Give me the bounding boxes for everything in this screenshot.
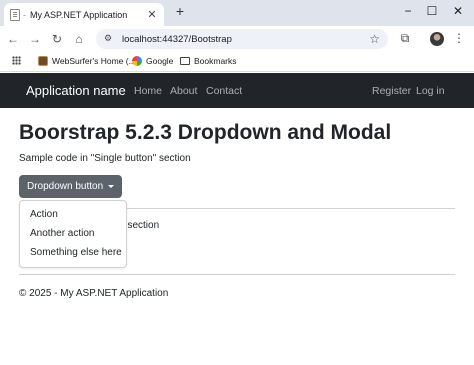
- footer-copyright: © 2025 - My ASP.NET Application: [19, 288, 169, 299]
- home-icon[interactable]: ⌂: [72, 32, 86, 46]
- site-navbar: Application name Home About Contact Regi…: [0, 73, 474, 108]
- dropdown-menu: Action Another action Something else her…: [19, 200, 127, 268]
- dropdown-item-action[interactable]: Action: [30, 209, 58, 220]
- page-subtitle: Sample code in "Single button" section: [19, 153, 191, 164]
- bookmark-label: Google: [146, 56, 174, 66]
- nav-link-register[interactable]: Register: [372, 85, 411, 97]
- nav-link-login[interactable]: Log in: [416, 85, 445, 97]
- dropdown-button[interactable]: Dropdown button: [19, 175, 122, 198]
- menu-kebab-icon[interactable]: ⋮: [452, 31, 466, 45]
- extensions-icon[interactable]: ⧉: [398, 31, 412, 46]
- footer-divider: [19, 274, 455, 275]
- forward-arrow-icon[interactable]: →: [28, 32, 42, 46]
- browser-tab-strip: - My ASP.NET Application ✕ + − ☐ ✕: [0, 0, 474, 26]
- profile-avatar[interactable]: [430, 32, 444, 46]
- caret-down-icon: [108, 185, 115, 188]
- close-window-icon[interactable]: ✕: [450, 4, 466, 18]
- nav-link-about[interactable]: About: [170, 85, 197, 97]
- dropdown-item-another-action[interactable]: Another action: [30, 228, 95, 239]
- bookmark-label: WebSurfer's Home (...: [52, 56, 136, 66]
- folder-icon: [180, 57, 190, 65]
- dropdown-item-something-else[interactable]: Something else here: [30, 247, 122, 258]
- apps-grid-icon[interactable]: [12, 56, 25, 65]
- google-favicon-icon: [132, 56, 142, 66]
- page-favicon-icon: [10, 8, 20, 21]
- reload-icon[interactable]: ↻: [50, 32, 64, 46]
- url-text[interactable]: localhost:44327/Bootstrap: [122, 34, 369, 45]
- bookmark-websurfer[interactable]: WebSurfer's Home (...: [38, 56, 136, 66]
- grid-icon: [12, 56, 21, 65]
- close-tab-icon[interactable]: ✕: [146, 8, 158, 21]
- dropdown-button-label: Dropdown button: [27, 181, 104, 192]
- new-tab-icon[interactable]: +: [172, 3, 188, 19]
- tab-title: My ASP.NET Application: [30, 9, 128, 20]
- maximize-icon[interactable]: ☐: [424, 4, 440, 18]
- page-title: Boorstrap 5.2.3 Dropdown and Modal: [19, 121, 392, 144]
- address-bar[interactable]: ⚙ localhost:44327/Bootstrap ☆: [96, 29, 388, 49]
- site-info-icon[interactable]: ⚙: [104, 33, 116, 45]
- nav-link-home[interactable]: Home: [134, 85, 162, 97]
- bookmark-label: Bookmarks: [194, 56, 237, 66]
- bookmark-google[interactable]: Google: [132, 56, 173, 66]
- back-arrow-icon[interactable]: ←: [6, 32, 20, 46]
- tab-separator: -: [23, 9, 26, 20]
- browser-toolbar: ← → ↻ ⌂ ⚙ localhost:44327/Bootstrap ☆ ⧉ …: [0, 26, 474, 52]
- bookmarks-bar: WebSurfer's Home (... Google Bookmarks: [0, 52, 474, 72]
- browser-tab[interactable]: - My ASP.NET Application ✕: [4, 3, 164, 26]
- bookmark-folder[interactable]: Bookmarks: [180, 56, 237, 66]
- bookmark-star-icon[interactable]: ☆: [369, 32, 380, 46]
- minimize-icon[interactable]: −: [400, 4, 416, 18]
- websurfer-favicon-icon: [38, 56, 48, 66]
- navbar-brand[interactable]: Application name: [26, 83, 126, 98]
- nav-link-contact[interactable]: Contact: [206, 85, 242, 97]
